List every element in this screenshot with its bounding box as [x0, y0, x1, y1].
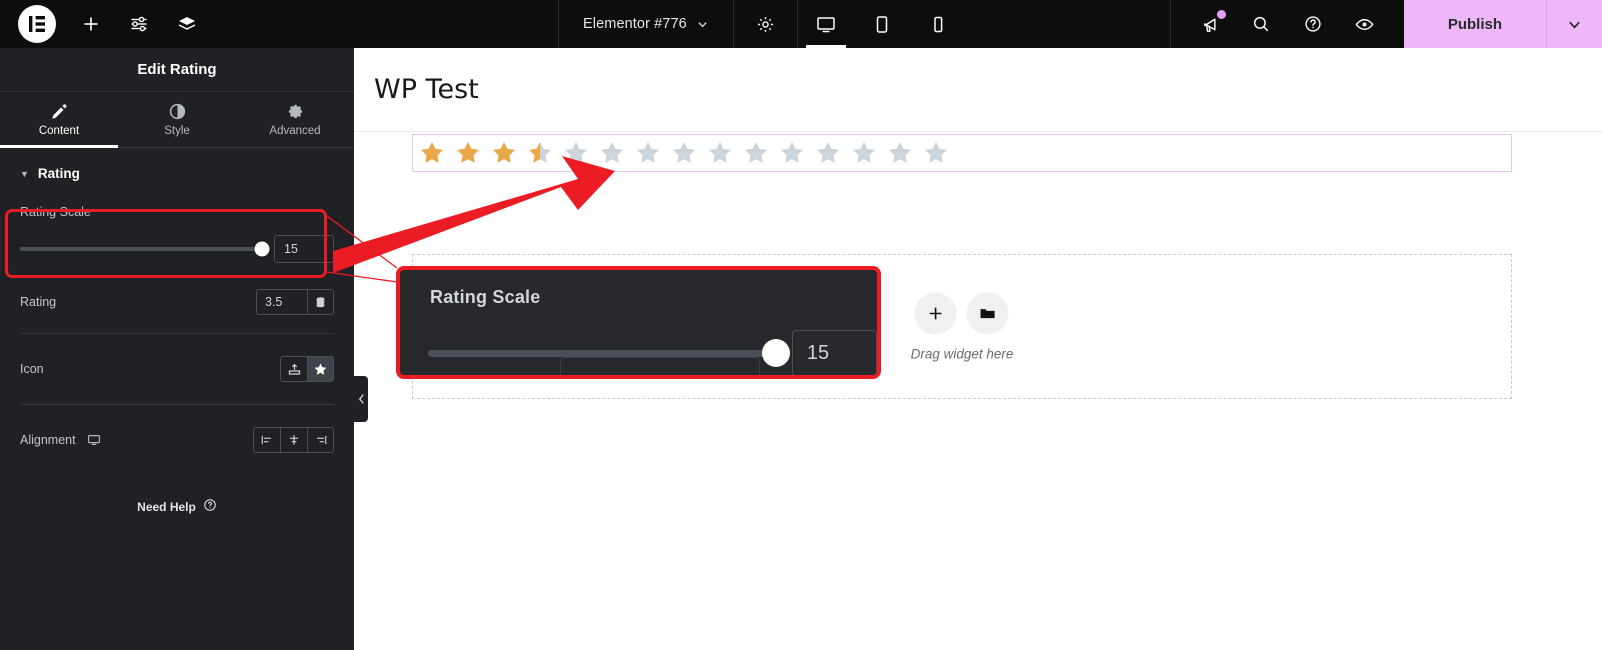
divider [20, 333, 334, 334]
star-rating-list [419, 140, 949, 166]
rating-scale-slider[interactable] [20, 241, 270, 257]
device-mobile-button[interactable] [910, 0, 966, 48]
page-title: WP Test [374, 74, 479, 105]
tab-advanced[interactable]: Advanced [236, 92, 354, 147]
control-rating: Rating 3.5 [0, 273, 354, 325]
drop-area-label: Drag widget here [910, 346, 1014, 361]
callout-slider-handle[interactable] [761, 339, 790, 367]
alignment-label: Alignment [20, 433, 76, 447]
align-left-icon[interactable] [253, 427, 280, 453]
callout-partial-field [560, 357, 760, 375]
document-title-dropdown[interactable]: Elementor #776 [558, 0, 734, 48]
tab-style-label: Style [164, 125, 190, 137]
plus-icon[interactable] [78, 11, 104, 37]
sliders-icon[interactable] [126, 11, 152, 37]
control-rating-scale: Rating Scale 15 [0, 195, 354, 273]
search-icon[interactable] [1248, 11, 1274, 37]
tab-content-label: Content [38, 125, 80, 137]
star-icon [851, 140, 877, 166]
callout-rating-scale-input[interactable]: 15 [791, 330, 877, 375]
toolbar-left-group [0, 0, 354, 48]
star-icon [671, 140, 697, 166]
magnified-rating-scale-callout: Rating Scale 15 [396, 266, 881, 379]
control-icon: Icon [0, 342, 354, 396]
alignment-group [253, 427, 334, 453]
star-icon [923, 140, 949, 166]
device-desktop-button[interactable] [798, 0, 854, 48]
upload-icon[interactable] [280, 356, 307, 382]
star-icon[interactable] [307, 356, 334, 382]
star-icon [887, 140, 913, 166]
preview-eye-icon[interactable] [1352, 11, 1378, 37]
gear-icon [287, 102, 304, 120]
panel-tabs: Content Style Advanced [0, 92, 354, 148]
caret-down-icon: ▼ [20, 168, 29, 179]
section-rating-header[interactable]: ▼ Rating [0, 148, 354, 195]
rating-scale-slider-handle[interactable] [254, 241, 270, 257]
toolbar-center-group: Elementor #776 [354, 0, 1170, 48]
help-icon[interactable] [1300, 11, 1326, 37]
star-icon [527, 140, 553, 166]
top-toolbar: Elementor #776 Publish [0, 0, 1602, 48]
device-tablet-button[interactable] [854, 0, 910, 48]
control-alignment: Alignment [0, 413, 354, 463]
database-stack-icon[interactable] [308, 289, 334, 315]
tab-style[interactable]: Style [118, 92, 236, 147]
star-icon [599, 140, 625, 166]
elementor-editor: Elementor #776 Publish Edit Rating Conte… [0, 0, 1602, 650]
publish-button[interactable]: Publish [1403, 0, 1546, 48]
callout-rating-scale-slider[interactable] [428, 339, 790, 367]
tab-advanced-label: Advanced [269, 125, 321, 137]
layers-icon[interactable] [174, 11, 200, 37]
elementor-logo-icon[interactable] [18, 5, 56, 43]
tab-content[interactable]: Content [0, 92, 118, 148]
rating-scale-label: Rating Scale [20, 205, 91, 219]
add-widget-plus-icon[interactable] [915, 292, 957, 334]
star-icon [635, 140, 661, 166]
rating-widget[interactable] [412, 134, 1512, 172]
toolbar-right-group: Publish [1169, 0, 1602, 48]
title-divider [354, 131, 1602, 132]
rating-scale-input[interactable]: 15 [274, 235, 334, 263]
callout-rating-scale-label: Rating Scale [430, 287, 541, 307]
panel-title: Edit Rating [0, 48, 354, 92]
star-icon [455, 140, 481, 166]
device-mode-group [798, 0, 966, 48]
question-circle-icon [203, 498, 217, 515]
notification-badge [1216, 9, 1226, 19]
star-icon [419, 140, 445, 166]
desktop-icon[interactable] [87, 433, 101, 447]
align-right-icon[interactable] [307, 427, 334, 453]
half-circle-icon [169, 102, 186, 120]
star-icon [563, 140, 589, 166]
need-help-label: Need Help [137, 499, 196, 514]
star-icon [743, 140, 769, 166]
align-center-icon[interactable] [280, 427, 307, 453]
star-icon [707, 140, 733, 166]
rating-label: Rating [20, 295, 57, 309]
publish-options-chevron-down-icon[interactable] [1546, 0, 1602, 48]
star-icon [491, 140, 517, 166]
icon-choice-group [280, 356, 334, 382]
divider [20, 404, 334, 405]
document-title: Elementor #776 [583, 16, 687, 32]
rating-input[interactable]: 3.5 [256, 289, 308, 315]
star-icon [779, 140, 805, 166]
section-rating-title: Rating [37, 166, 80, 181]
need-help-link[interactable]: Need Help [0, 498, 354, 515]
icon-label: Icon [20, 362, 44, 376]
editor-panel: Edit Rating Content Style Advanced ▼ Rat… [0, 48, 354, 650]
whats-new-megaphone-icon[interactable] [1201, 9, 1226, 35]
chevron-down-icon [696, 18, 709, 31]
pencil-icon [51, 102, 68, 120]
panel-collapse-chevron-left-icon[interactable] [354, 376, 368, 422]
page-settings-gear-icon[interactable] [734, 0, 798, 48]
folder-icon[interactable] [967, 292, 1009, 334]
star-icon [815, 140, 841, 166]
